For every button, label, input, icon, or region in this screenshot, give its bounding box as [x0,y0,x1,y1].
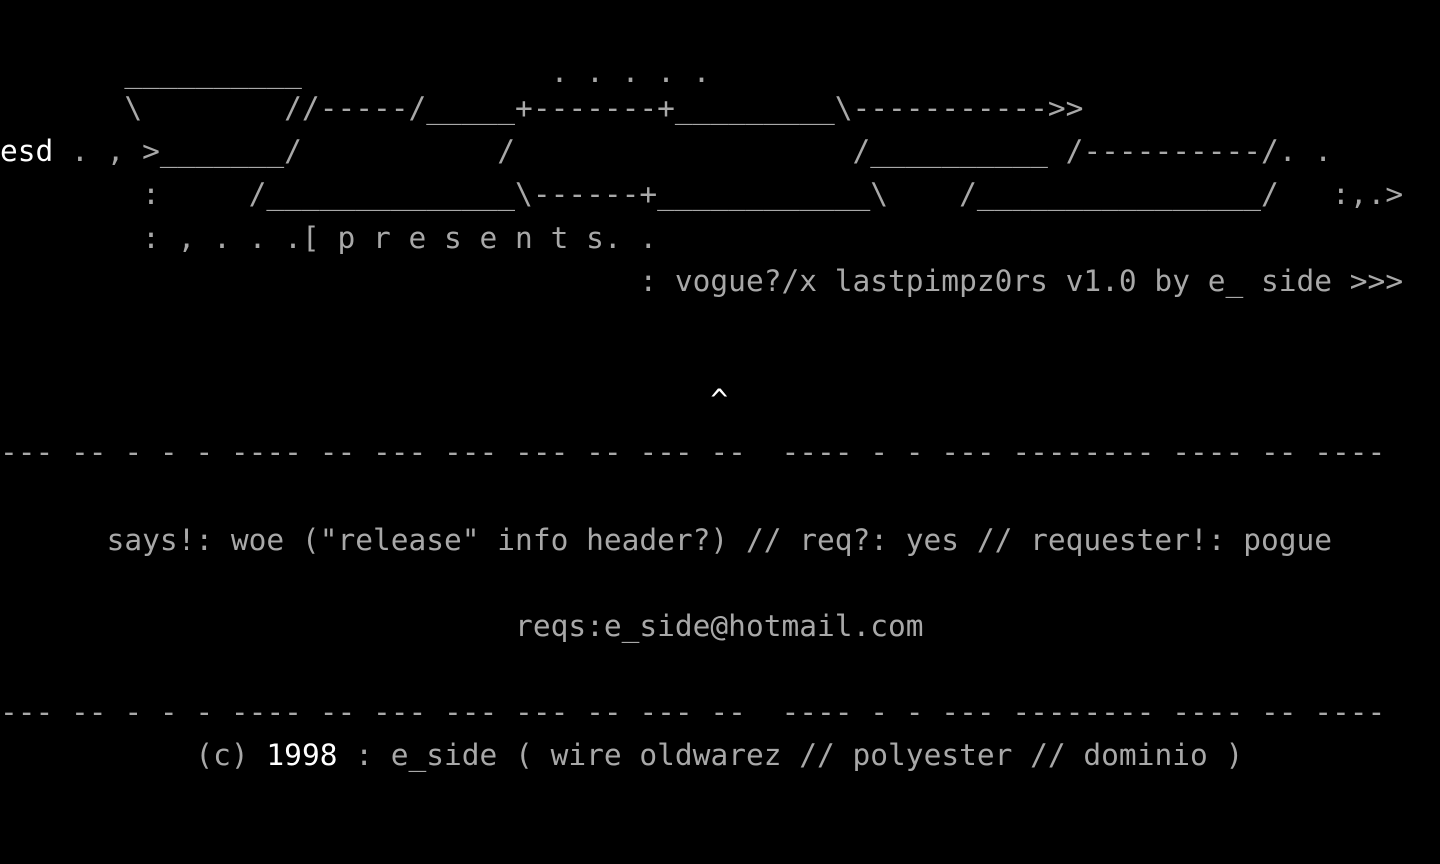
copyright-year: 1998 [266,738,338,772]
requests-email-line: reqs:e_side@hotmail.com [0,609,924,643]
ascii-logo-line-3: esd . , >_______/ / /__________ /-------… [0,129,1332,173]
copyright-credits: : e_side ( wire oldwarez // polyester //… [337,738,1244,772]
ascii-logo-line-3-art: . , >_______/ / /__________ /----------/… [53,134,1333,168]
divider-top: --- -- - - - ---- -- --- --- --- -- --- … [0,435,1386,469]
release-title: : vogue?/x lastpimpz0rs v1.0 by e_ side … [0,264,1404,298]
copyright-prefix: (c) [0,738,267,772]
caret-marker: ^ [0,383,729,417]
group-tag: esd [0,134,54,168]
ascii-logo-line-4: : /______________\------+____________\ /… [0,177,1404,211]
ascii-logo-line-2: \ //-----/_____+-------+_________\------… [0,91,1084,125]
release-info-line: says!: woe ("release" info header?) // r… [0,523,1333,557]
presents-line: : , . . .[ p r e s e n t s. . [0,221,658,255]
dos-text-screen: __________ . . . . . \ //-----/_____+---… [0,0,1440,864]
copyright-footer: (c) 1998 : e_side ( wire oldwarez // pol… [0,733,1243,777]
divider-bottom: --- -- - - - ---- -- --- --- --- -- --- … [0,695,1386,729]
